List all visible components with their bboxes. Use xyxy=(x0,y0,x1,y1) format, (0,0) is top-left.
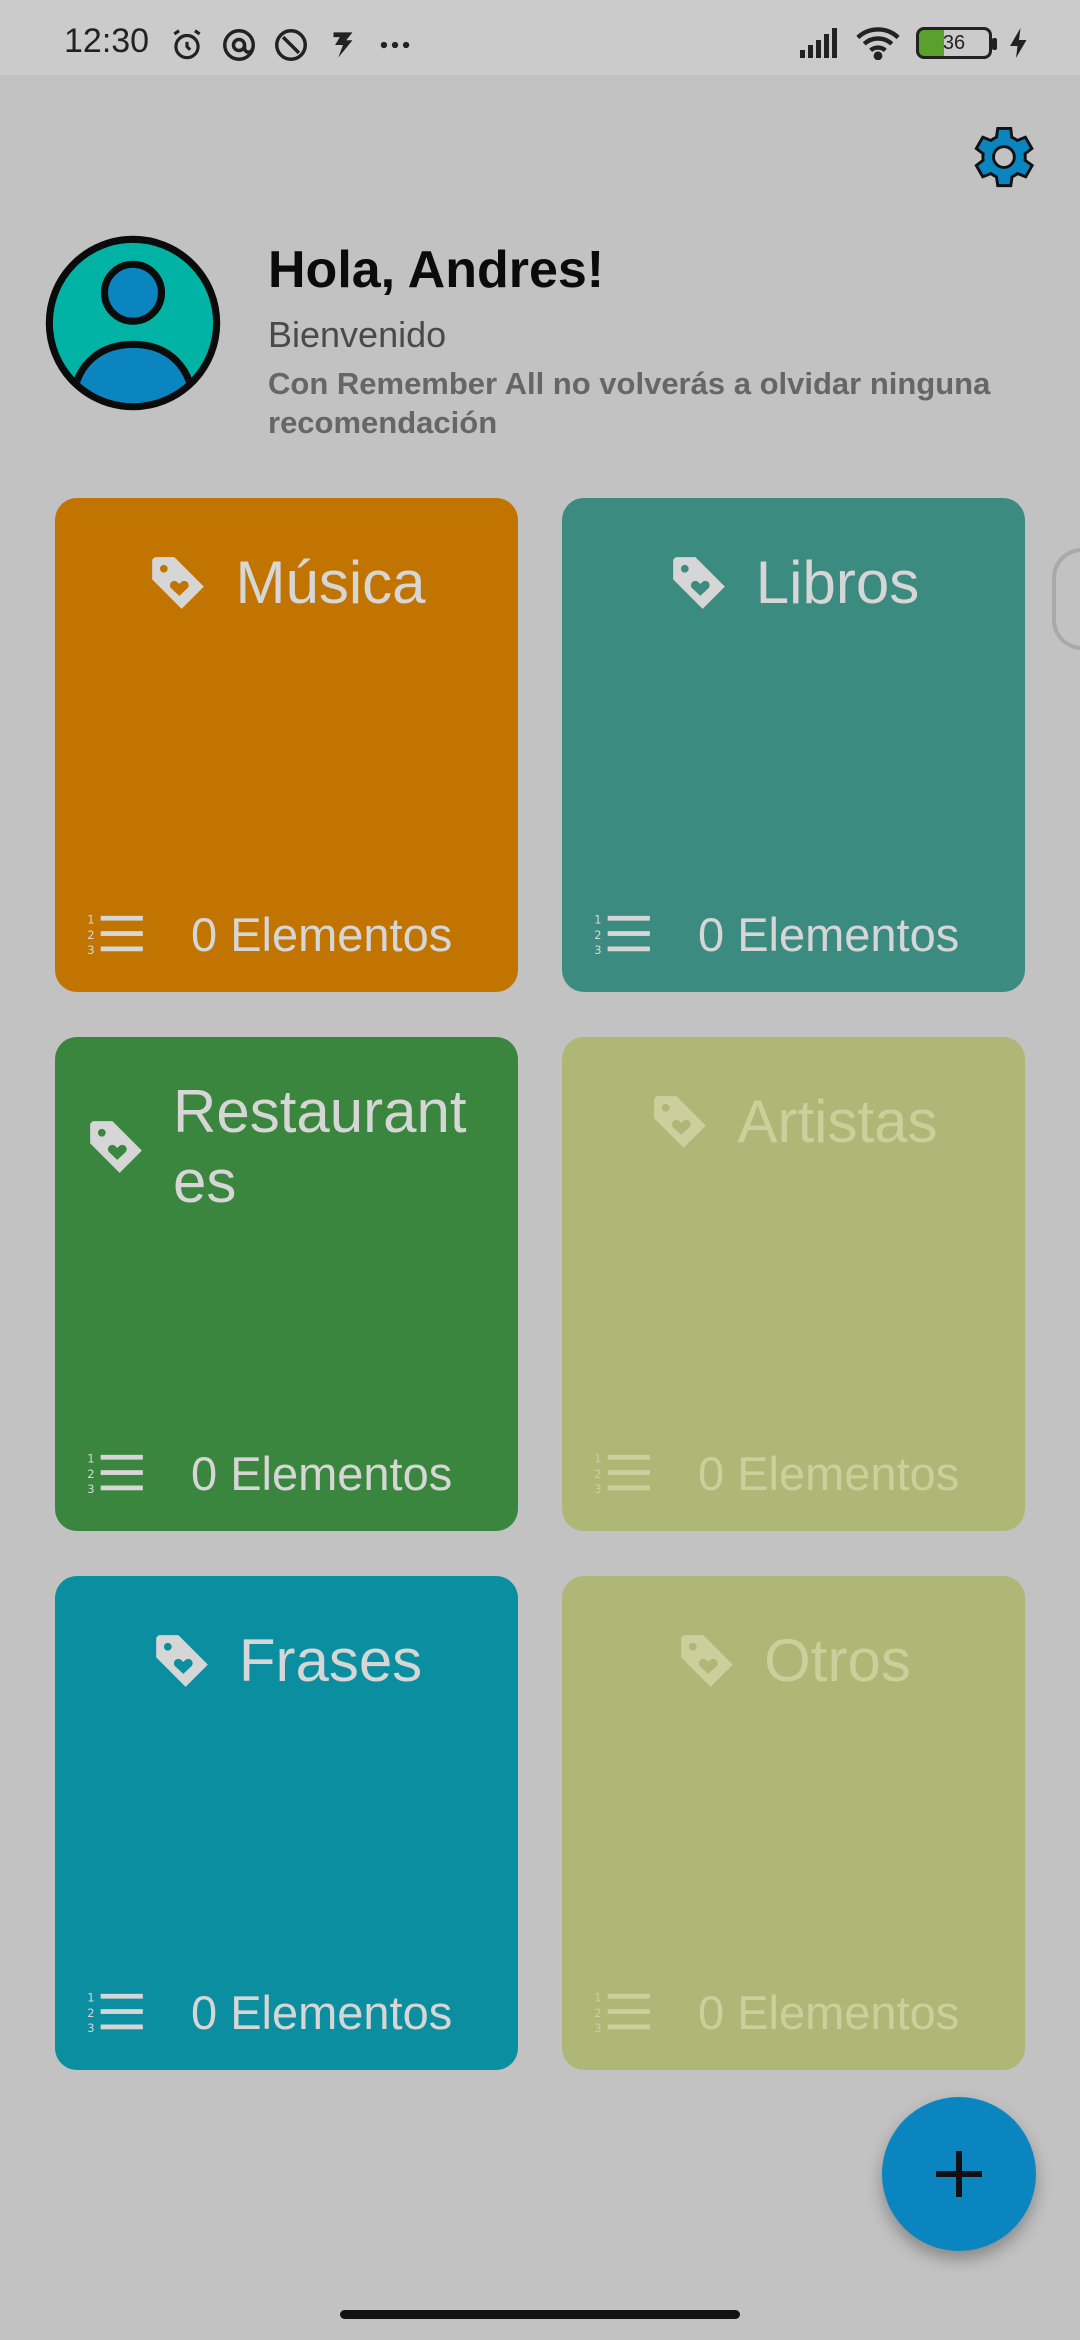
card-count: 0 Elementos xyxy=(698,908,960,961)
svg-text:3: 3 xyxy=(594,2021,601,2035)
svg-text:2: 2 xyxy=(594,1466,601,1480)
card-count: 0 Elementos xyxy=(698,1447,960,1500)
tag-heart-icon xyxy=(90,1121,142,1173)
card-count: 0 Elementos xyxy=(191,1986,453,2039)
svg-text:1: 1 xyxy=(87,1451,94,1465)
svg-text:2: 2 xyxy=(87,1466,94,1480)
category-card-frases[interactable]: Frases 12 3 0 Elementos xyxy=(55,1576,518,2070)
notification-icon xyxy=(333,32,353,58)
tag-heart-icon xyxy=(654,1095,707,1148)
card-title: Libros xyxy=(755,549,920,616)
numbered-list-icon: 12 3 xyxy=(87,912,143,957)
card-title-row: Restaurantes xyxy=(85,1077,493,1217)
card-title-row: Libros xyxy=(562,548,1025,617)
gear-icon[interactable] xyxy=(962,118,1040,196)
greeting: Hola, Andres! xyxy=(268,241,605,299)
svg-text:1: 1 xyxy=(87,912,94,926)
tagline: Con Remember All no volverás a olvidar n… xyxy=(268,366,991,440)
card-count: 0 Elementos xyxy=(698,1986,960,2039)
status-bar: 12:30 36 xyxy=(0,0,1080,75)
svg-text:2: 2 xyxy=(594,927,601,941)
card-count: 0 Elementos xyxy=(191,908,453,961)
card-title: Artistas xyxy=(737,1088,938,1155)
card-title-row: Artistas xyxy=(562,1087,1025,1156)
svg-text:2: 2 xyxy=(594,2005,601,2019)
add-category-button[interactable] xyxy=(882,2097,1036,2251)
card-footer: 12 3 0 Elementos xyxy=(87,1446,452,1501)
numbered-list-icon: 12 3 xyxy=(87,1451,143,1496)
at-sign-icon xyxy=(223,29,255,61)
at-sign-icon-2 xyxy=(275,29,307,61)
card-footer: 12 3 0 Elementos xyxy=(87,907,452,962)
category-card-musica[interactable]: Música 12 3 0 Elementos xyxy=(55,498,518,992)
numbered-list-icon: 12 3 xyxy=(594,1990,650,2035)
category-card-artistas[interactable]: Artistas 12 3 0 Elementos xyxy=(562,1037,1025,1531)
status-time: 12:30 xyxy=(64,22,150,60)
tag-heart-icon xyxy=(672,556,725,609)
svg-text:3: 3 xyxy=(87,2021,94,2035)
status-left-icons xyxy=(168,26,414,64)
card-title-row: Otros xyxy=(562,1626,1025,1695)
svg-text:3: 3 xyxy=(87,1482,94,1496)
more-dots-icon xyxy=(380,41,410,49)
charging-icon xyxy=(1010,28,1027,58)
svg-text:1: 1 xyxy=(594,1990,601,2004)
svg-text:2: 2 xyxy=(87,927,94,941)
card-title-row: Música xyxy=(55,548,518,617)
card-title-row: Frases xyxy=(55,1626,518,1695)
tag-heart-icon xyxy=(152,556,205,609)
category-card-libros[interactable]: Libros 12 3 0 Elementos xyxy=(562,498,1025,992)
card-footer: 12 3 0 Elementos xyxy=(594,1446,959,1501)
category-card-otros[interactable]: Otros 12 3 0 Elementos xyxy=(562,1576,1025,2070)
signal-icon xyxy=(800,28,837,58)
card-footer: 12 3 0 Elementos xyxy=(87,1985,452,2040)
tag-heart-icon xyxy=(155,1634,208,1687)
card-title: Otros xyxy=(764,1627,911,1694)
tag-heart-icon xyxy=(681,1634,733,1687)
svg-text:3: 3 xyxy=(87,943,94,957)
category-card-restaurantes[interactable]: Restaurantes 12 3 0 Elementos xyxy=(55,1037,518,1531)
card-footer: 12 3 0 Elementos xyxy=(594,907,959,962)
welcome-text: Bienvenido xyxy=(268,314,447,355)
avatar xyxy=(45,235,221,411)
svg-text:1: 1 xyxy=(594,1451,601,1465)
battery-level: 36 xyxy=(942,31,966,54)
svg-text:1: 1 xyxy=(87,1990,94,2004)
alarm-icon xyxy=(173,29,201,60)
edge-panel-handle[interactable] xyxy=(1052,548,1080,650)
wifi-icon xyxy=(856,27,900,60)
card-footer: 12 3 0 Elementos xyxy=(594,1985,959,2040)
card-title: Restaurantes xyxy=(173,1078,467,1215)
svg-text:3: 3 xyxy=(594,943,601,957)
battery-icon: 36 xyxy=(916,27,997,59)
card-title: Música xyxy=(235,549,426,616)
home-indicator[interactable] xyxy=(340,2310,740,2319)
svg-text:3: 3 xyxy=(594,1482,601,1496)
numbered-list-icon: 12 3 xyxy=(87,1990,143,2035)
plus-icon xyxy=(936,2151,982,2197)
numbered-list-icon: 12 3 xyxy=(594,912,650,957)
card-count: 0 Elementos xyxy=(191,1447,453,1500)
svg-text:1: 1 xyxy=(594,912,601,926)
status-right-icons: 36 xyxy=(800,26,1030,60)
svg-text:2: 2 xyxy=(87,2005,94,2019)
card-title: Frases xyxy=(238,1627,423,1694)
numbered-list-icon: 12 3 xyxy=(594,1451,650,1496)
